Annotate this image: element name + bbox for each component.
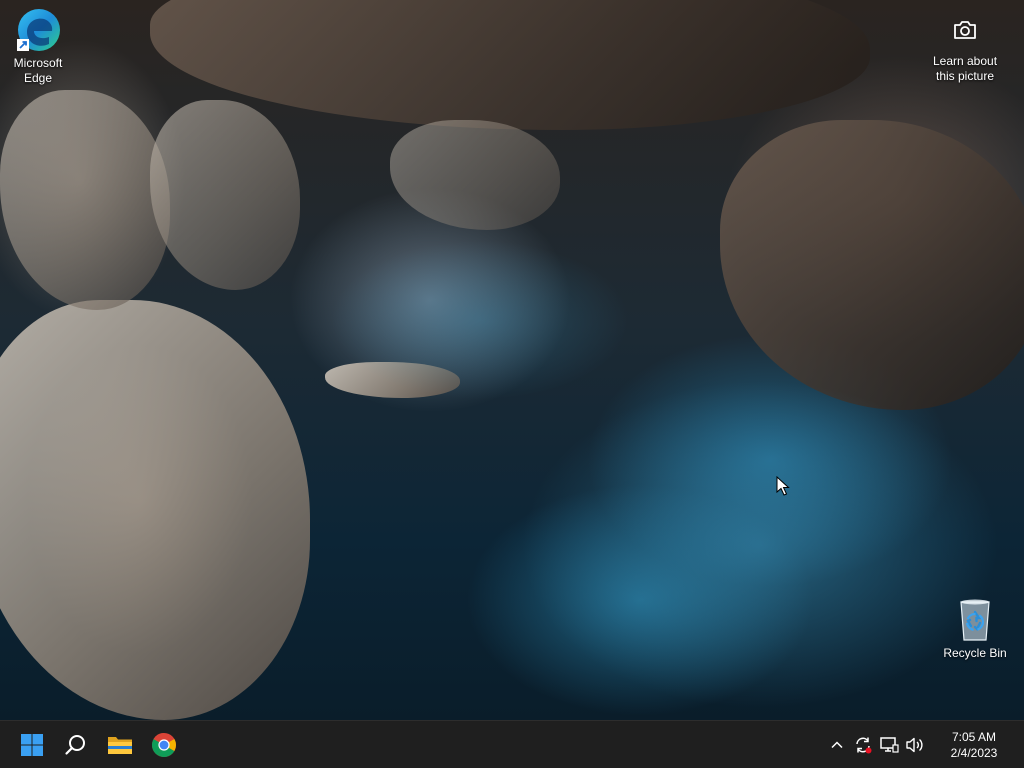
volume-button[interactable] [903,733,927,757]
wallpaper-rock-distant [390,120,560,230]
volume-icon [906,737,923,753]
wallpaper-rock-right [720,120,1024,410]
camera-icon [954,21,976,39]
file-explorer-button[interactable] [102,727,138,763]
sync-status-button[interactable] [851,733,875,757]
system-tray: 7:05 AM 2/4/2023 [824,721,1024,769]
mouse-cursor-icon [776,476,790,496]
folder-icon [108,737,132,754]
edge-icon [17,9,60,51]
start-button[interactable] [14,727,50,763]
network-icon [880,737,899,753]
recycle-bin-icon [960,599,990,641]
taskbar: 7:05 AM 2/4/2023 [0,720,1024,768]
desktop-icon-label: Microsoft [13,56,63,70]
clock[interactable]: 7:05 AM 2/4/2023 [934,729,1014,761]
wallpaper-water [520,380,1000,710]
learn-picture-label: this picture [935,69,995,83]
show-hidden-icons-button[interactable] [825,733,849,757]
sync-icon [856,737,872,754]
clock-time: 7:05 AM [951,730,997,744]
google-chrome-button[interactable] [146,727,182,763]
windows-logo-icon [21,734,43,756]
learn-picture-label: Learn about [932,54,998,68]
desktop-icon-label: Edge [23,71,53,85]
wallpaper-rock-mid-left [150,100,300,290]
search-button[interactable] [58,727,94,763]
learn-about-this-picture[interactable]: Learn about this picture [920,16,1010,84]
search-icon [65,735,85,755]
wallpaper-rock-left [0,300,310,720]
desktop-icon-microsoft-edge[interactable]: Microsoft Edge [2,6,74,86]
wallpaper-rock-upper-left [0,90,170,310]
desktop-icon-recycle-bin[interactable]: Recycle Bin [939,596,1011,661]
chrome-icon [151,733,176,758]
desktop-icon-label: Recycle Bin [943,646,1007,660]
desktop-wallpaper: Microsoft Edge Learn about this picture … [0,0,1024,720]
chevron-up-icon [831,741,843,749]
wallpaper-water-reflection [330,240,630,400]
clock-date: 2/4/2023 [950,746,998,760]
network-button[interactable] [877,733,901,757]
